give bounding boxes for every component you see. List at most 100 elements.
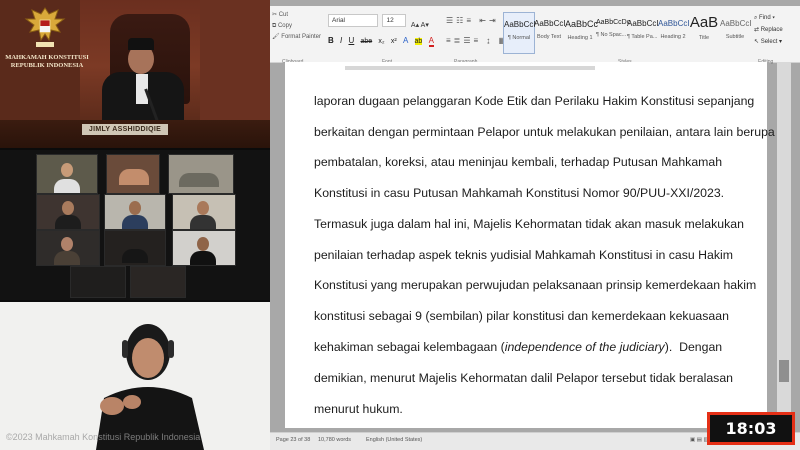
brush-icon: 🖌: [272, 34, 282, 40]
page-count[interactable]: Page 23 of 38: [276, 437, 310, 443]
participant-tile[interactable]: [70, 266, 126, 298]
style-preview: AaBbCcI: [504, 20, 536, 29]
superscript-button[interactable]: x²: [391, 38, 397, 45]
sign-language-interpreter-feed: [0, 302, 270, 450]
document-line-text: ). Dengan: [664, 340, 723, 354]
broadcast-watermark: ©2023 Mahkamah Konstitusi Republik Indon…: [6, 432, 201, 442]
format-painter-button[interactable]: 🖌 Format Painter: [272, 32, 324, 43]
underline-button[interactable]: U: [348, 36, 354, 45]
strikethrough-button[interactable]: abe: [361, 38, 373, 45]
format-buttons-row: B I U abe x₂ x² A ab A: [328, 36, 438, 47]
italic-button[interactable]: I: [340, 36, 342, 45]
font-color-button[interactable]: A: [428, 36, 434, 47]
replace-button[interactable]: ⇄ Replace: [754, 24, 800, 36]
document-line: menurut hukum.: [314, 402, 403, 416]
style-no-spacing[interactable]: AaBbCcDc ¶ No Spac...: [596, 12, 631, 52]
participant-body: [122, 215, 148, 229]
participant-face: [197, 237, 209, 251]
participant-body: [54, 179, 80, 193]
editing-group: ⌕ Find ▾ ⇄ Replace ↖ Select ▾: [754, 12, 800, 48]
paragraph-align-icon[interactable]: ≡≣☰≡ ↨ ▦: [446, 36, 509, 45]
bold-button[interactable]: B: [328, 36, 334, 45]
styles-gallery: AaBbCcI ¶ Normal AaBbCcI Body Text AaBbC…: [503, 12, 752, 54]
participant-face: [62, 201, 74, 215]
participant-face: [61, 163, 73, 177]
session-clock: 18:03: [707, 412, 795, 445]
style-title[interactable]: AaB Title: [689, 12, 719, 52]
document-line: konstitusi sebagai 9 (sembilan) pilar ko…: [314, 309, 729, 323]
document-line: Konstitusi in casu Putusan Mahkamah Kons…: [314, 186, 725, 200]
participant-tile[interactable]: [104, 194, 166, 230]
subscript-button[interactable]: x₂: [378, 38, 384, 45]
scrollbar-thumb[interactable]: [779, 360, 789, 382]
participant-tile[interactable]: [106, 154, 160, 194]
clipboard-group: ✂ Cut ⧉ Copy 🖌 Format Painter: [272, 10, 324, 43]
document-page[interactable]: laporan dugaan pelanggaran Kode Etik dan…: [285, 62, 775, 428]
format-painter-label: Format Painter: [281, 34, 321, 40]
participant-hand: [119, 169, 149, 185]
highlight-button[interactable]: ab: [414, 38, 423, 45]
participant-tile[interactable]: [36, 154, 98, 194]
grow-font-icon[interactable]: A▴ A▾: [411, 22, 429, 29]
participant-body: [190, 251, 216, 265]
cursor-icon: ↖: [754, 39, 761, 45]
style-name: Heading 2: [660, 34, 686, 40]
style-normal[interactable]: AaBbCcI ¶ Normal: [503, 12, 536, 54]
find-label: Find ▾: [759, 15, 775, 21]
style-subtitle[interactable]: AaBbCcI Subtitle: [720, 12, 752, 52]
style-preview: AaBbCcI: [720, 19, 752, 28]
font-size-select[interactable]: 12: [382, 14, 407, 27]
word-count[interactable]: 10,780 words: [318, 437, 351, 443]
view-buttons-icon[interactable]: ▣ ▤ ▥: [690, 437, 709, 443]
style-heading-1[interactable]: AaBbCc Heading 1: [565, 12, 599, 52]
participant-body: [54, 251, 80, 265]
text-effects-button[interactable]: A: [403, 36, 408, 45]
participant-body: [122, 249, 148, 263]
court-name-line: MAHKAMAH KONSTITUSI: [5, 54, 89, 61]
participant-tile[interactable]: [36, 230, 100, 266]
font-name-select[interactable]: Arial: [328, 14, 378, 27]
document-line: Konstitusi yang merupakan perwujudan pel…: [314, 278, 757, 292]
participant-face: [197, 201, 209, 215]
copy-button[interactable]: ⧉ Copy: [272, 21, 324, 32]
language-indicator[interactable]: English (United States): [366, 437, 422, 443]
court-name-label: MAHKAMAH KONSTITUSI REPUBLIK INDONESIA: [4, 54, 90, 70]
style-name: ¶ Normal: [507, 35, 531, 41]
find-button[interactable]: ⌕ Find ▾: [754, 12, 800, 24]
garuda-emblem-icon: [24, 7, 66, 47]
courtroom-video-feed: MAHKAMAH KONSTITUSI REPUBLIK INDONESIA J…: [0, 0, 270, 148]
court-country-line: REPUBLIK INDONESIA: [10, 62, 84, 69]
style-heading-2[interactable]: AaBbCcI Heading 2: [658, 12, 690, 52]
document-line-italic-phrase: kehakiman sebagai kelembagaan (independe…: [314, 340, 722, 354]
participant-tile[interactable]: [104, 230, 166, 266]
participant-tile[interactable]: [130, 266, 186, 298]
participant-tile[interactable]: [168, 154, 234, 194]
ribbon-home-tab: ✂ Cut ⧉ Copy 🖌 Format Painter Arial 12 A…: [270, 6, 800, 65]
judge-peci-cap: [128, 38, 154, 50]
participant-tile[interactable]: [36, 194, 100, 230]
style-preview: AaBbCcI: [627, 19, 659, 28]
cut-button[interactable]: ✂ Cut: [272, 10, 324, 21]
cut-label: Cut: [278, 12, 289, 18]
document-line: demikian, menurut Majelis Kehormatan dal…: [314, 371, 734, 385]
select-label: Select ▾: [760, 39, 783, 45]
style-name: ¶ No Spac...: [596, 32, 627, 38]
style-preview: AaBbCcDc: [596, 19, 631, 26]
style-preview: AaBbCcI: [534, 19, 566, 28]
select-button[interactable]: ↖ Select ▾: [754, 36, 800, 48]
participant-body: [190, 215, 216, 229]
participant-body: [179, 173, 219, 187]
style-name: Heading 1: [567, 35, 593, 41]
participant-tile[interactable]: [172, 194, 236, 230]
italic-phrase: independence of the judiciary: [504, 340, 665, 354]
style-name: Subtitle: [725, 34, 745, 40]
word-processor-window: ✂ Cut ⧉ Copy 🖌 Format Painter Arial 12 A…: [270, 0, 800, 450]
copy-label: Copy: [277, 23, 292, 29]
style-table-paragraph[interactable]: AaBbCcI ¶ Table Pa...: [627, 12, 659, 52]
document-line: penilaian terhadap aspek teknis yudisial…: [314, 248, 734, 262]
style-preview: AaBbCc: [565, 19, 599, 29]
participant-tile[interactable]: [172, 230, 236, 266]
style-preview: AaB: [689, 14, 719, 31]
style-body-text[interactable]: AaBbCcI Body Text: [534, 12, 566, 52]
document-line: laporan dugaan pelanggaran Kode Etik dan…: [314, 94, 755, 108]
